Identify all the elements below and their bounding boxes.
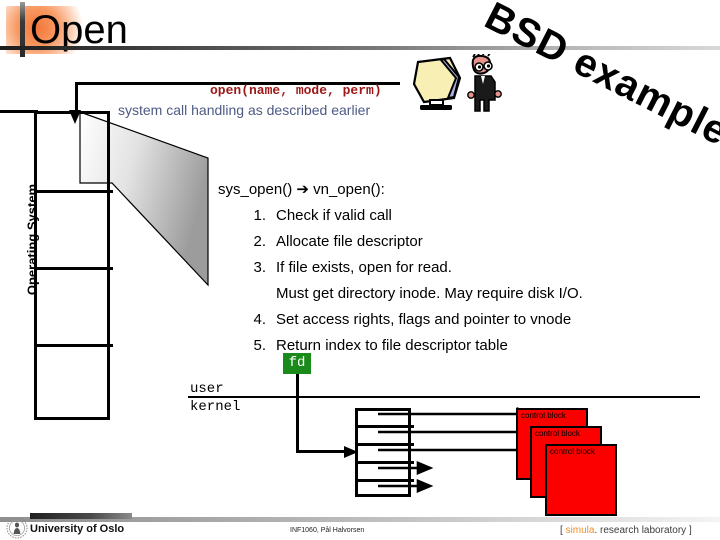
control-block-label: control block <box>535 429 580 438</box>
computer-monitor-icon <box>412 56 462 110</box>
fd-connector-vertical <box>296 374 299 453</box>
simula-close-bracket: ] <box>686 525 692 536</box>
user-kernel-divider <box>188 396 700 398</box>
control-block-label: control block <box>521 411 566 420</box>
control-block-label: control block <box>550 447 595 456</box>
list-item-label: Check if valid call <box>276 207 392 224</box>
fd-connector-horizontal <box>296 450 348 453</box>
list-item-label: Allocate file descriptor <box>276 233 423 250</box>
body-heading: sys_open() ➔ vn_open(): <box>218 181 385 198</box>
list-item-number: 3. <box>253 259 266 276</box>
syscall-arrowhead <box>69 110 81 124</box>
footer-university-label: University of Oslo <box>30 523 125 535</box>
fd-badge: fd <box>283 353 311 374</box>
list-item-number: 2. <box>253 233 266 250</box>
os-left-stub <box>0 110 38 113</box>
list-item: 3. If file exists, open for read. <box>240 257 700 279</box>
os-stack-divider <box>37 344 113 347</box>
steps-list: 1. Check if valid call 2. Allocate file … <box>240 205 700 361</box>
syscall-handling-note: system call handling as described earlie… <box>118 102 371 118</box>
os-stack-divider <box>37 267 113 270</box>
simula-rest: . research laboratory <box>594 525 687 536</box>
footer-simula-logo: [ simula. research laboratory ] <box>560 525 692 536</box>
list-item-number: 4. <box>253 311 266 328</box>
os-layer-stack <box>34 111 113 420</box>
uio-accent-bar <box>30 513 132 519</box>
person-icon <box>467 54 502 112</box>
user-space-label: user <box>190 381 224 397</box>
list-item-label: Set access rights, flags and pointer to … <box>276 311 572 328</box>
simula-brand: simula <box>565 525 595 536</box>
os-stack-divider <box>37 190 113 193</box>
list-item: 2. Allocate file descriptor <box>240 231 700 253</box>
kernel-space-label: kernel <box>190 399 241 415</box>
list-item-label: If file exists, open for read. <box>276 259 452 276</box>
title-divider-rule <box>0 46 720 50</box>
list-item-number: 1. <box>253 207 266 224</box>
list-item: 4. Set access rights, flags and pointer … <box>240 309 700 331</box>
university-seal-logo <box>6 517 28 539</box>
footer-course-label: INF1060, Pål Halvorsen <box>290 527 365 534</box>
list-item-continuation: Must get directory inode. May require di… <box>276 285 583 302</box>
list-item-number: 5. <box>253 337 266 354</box>
list-item: 1. Check if valid call <box>240 205 700 227</box>
open-call-signature: open(name, mode, perm) <box>210 83 382 98</box>
control-block: control block <box>545 444 617 516</box>
slide-canvas: Open BSD example Operating System open(n… <box>0 0 720 540</box>
